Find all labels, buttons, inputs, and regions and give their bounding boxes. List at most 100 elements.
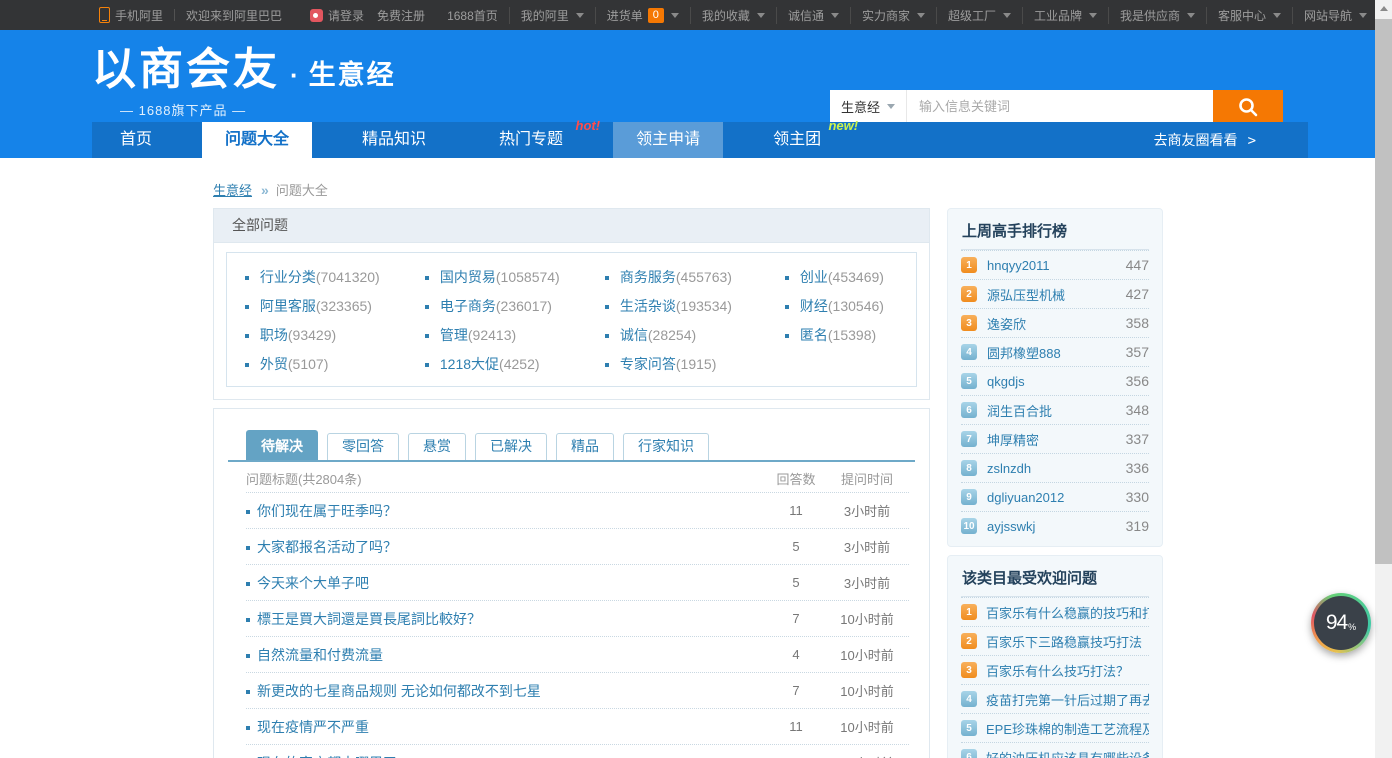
- topbar-menu-item[interactable]: 网站导航: [1292, 7, 1378, 24]
- category-link[interactable]: 财经(130546): [785, 298, 916, 314]
- chevron-down-icon: [1089, 13, 1097, 18]
- topbar-menu-item[interactable]: 我的收藏: [690, 7, 776, 24]
- score-badge[interactable]: 94 %: [1311, 593, 1371, 653]
- popular-question-link[interactable]: 疫苗打完第一针后过期了再去打: [986, 690, 1149, 709]
- ranking-user-link[interactable]: dgliyuan2012: [987, 490, 1064, 505]
- ranking-user-link[interactable]: qkgdjs: [987, 374, 1025, 389]
- popular-question-link[interactable]: 百家乐有什么稳赢的技巧和打法: [986, 603, 1149, 622]
- question-row[interactable]: 自然流量和付费流量 4 10小时前: [246, 636, 909, 672]
- category-link[interactable]: 1218大促(4252): [425, 356, 605, 372]
- topbar-mobile-ali[interactable]: 手机阿里: [88, 7, 174, 24]
- popular-question-link[interactable]: 百家乐有什么技巧打法？: [986, 661, 1149, 680]
- topbar-my-ali[interactable]: 我的阿里: [509, 7, 595, 24]
- ranking-user-link[interactable]: ayjsswkj: [987, 519, 1035, 534]
- score-badge-inner: 94 %: [1314, 596, 1368, 650]
- topbar-1688-home[interactable]: 1688首页: [436, 7, 509, 24]
- question-tab[interactable]: 行家知识: [623, 433, 709, 460]
- nav-questions[interactable]: 问题大全: [202, 122, 312, 158]
- ranking-user-link[interactable]: 坤厚精密: [987, 430, 1039, 449]
- question-tab[interactable]: 悬赏: [408, 433, 466, 460]
- question-row[interactable]: 新更改的七星商品规则 无论如何都改不到七星 7 10小时前: [246, 672, 909, 708]
- ranking-score: 319: [1126, 518, 1149, 534]
- popular-question-link[interactable]: 百家乐下三路稳赢技巧打法: [986, 632, 1149, 651]
- scroll-up-button[interactable]: [1375, 0, 1392, 17]
- scrollbar-thumb[interactable]: [1375, 19, 1392, 564]
- question-row[interactable]: 大家都报名活动了吗？ 5 3小时前: [246, 528, 909, 564]
- topbar-menu-item[interactable]: 工业品牌: [1022, 7, 1108, 24]
- rank-badge: 4: [961, 344, 977, 360]
- chevron-down-icon: [1187, 13, 1195, 18]
- category-link[interactable]: 阿里客服(323365): [245, 298, 425, 314]
- question-row[interactable]: 今天来个大单子吧 5 3小时前: [246, 564, 909, 600]
- category-link[interactable]: 管理(92413): [425, 327, 605, 343]
- question-answer-count: 4: [767, 647, 825, 662]
- category-link[interactable]: 生活杂谈(193534): [605, 298, 785, 314]
- breadcrumb-home[interactable]: 生意经: [213, 180, 252, 199]
- nav-home[interactable]: 首页: [97, 122, 175, 158]
- nav-lord-apply[interactable]: 领主申请: [613, 122, 723, 158]
- ranking-panel: 上周高手排行榜 1 hnqyy2011 447 2 源弘压型机械 427: [947, 208, 1163, 547]
- breadcrumb-separator-icon: »: [261, 182, 267, 198]
- topbar-menu-item[interactable]: 我是供应商: [1108, 7, 1206, 24]
- ranking-user-link[interactable]: 源弘压型机械: [987, 285, 1065, 304]
- nav-knowledge[interactable]: 精品知识: [339, 122, 449, 158]
- popular-question-link[interactable]: EPE珍珠棉的制造工艺流程及所: [986, 719, 1149, 738]
- search-input[interactable]: [907, 90, 1213, 123]
- ranking-user-link[interactable]: hnqyy2011: [987, 258, 1050, 273]
- rank-badge: 8: [961, 460, 977, 476]
- question-tab[interactable]: 精品: [556, 433, 614, 460]
- nav-lord-group[interactable]: 领主团 new!: [750, 122, 844, 158]
- category-link[interactable]: 外贸(5107): [245, 356, 425, 372]
- category-link[interactable]: 国内贸易(1058574): [425, 269, 605, 285]
- category-link[interactable]: 诚信(28254): [605, 327, 785, 343]
- topbar-register[interactable]: 免费注册: [375, 7, 436, 24]
- topbar-login[interactable]: 请登录: [299, 7, 375, 24]
- question-row[interactable]: 现在的客户都去哪里了 5 10小时前: [246, 744, 909, 758]
- question-title[interactable]: 现在疫情严不严重: [246, 717, 767, 737]
- category-link[interactable]: 匿名(15398): [785, 327, 916, 343]
- topbar-menu-item[interactable]: 诚信通: [776, 7, 850, 24]
- question-title[interactable]: 现在的客户都去哪里了: [246, 753, 767, 758]
- nav-circle-link[interactable]: 去商友圈看看>: [1154, 122, 1256, 158]
- popular-panel: 该类目最受欢迎问题 1 百家乐有什么稳赢的技巧和打法 2 百家乐下三路稳赢技巧打…: [947, 555, 1163, 758]
- rank-badge: 3: [961, 315, 977, 331]
- topbar-menu-item[interactable]: 超级工厂: [936, 7, 1022, 24]
- rank-badge: 9: [961, 489, 977, 505]
- bullet-icon: [605, 305, 609, 309]
- topbar-menu-item[interactable]: 实力商家: [850, 7, 936, 24]
- ranking-user-link[interactable]: 润生百合批: [987, 401, 1052, 420]
- score-unit: %: [1348, 622, 1356, 632]
- question-row[interactable]: 標王是買大詞還是買長尾詞比較好？ 7 10小时前: [246, 600, 909, 636]
- topbar-menu-item[interactable]: 客服中心: [1206, 7, 1292, 24]
- bullet-icon: [785, 276, 789, 280]
- rank-badge: 6: [961, 402, 977, 418]
- question-title[interactable]: 大家都报名活动了吗？: [246, 537, 767, 557]
- question-title[interactable]: 自然流量和付费流量: [246, 645, 767, 665]
- question-title[interactable]: 你们现在属于旺季吗？: [246, 501, 767, 521]
- ranking-user-link[interactable]: 圆邦橡塑888: [987, 343, 1061, 362]
- question-row[interactable]: 现在疫情严不严重 11 10小时前: [246, 708, 909, 744]
- popular-question-link[interactable]: 好的油压机应该具有哪些设备？: [986, 748, 1149, 758]
- popular-row: 2 百家乐下三路稳赢技巧打法: [961, 626, 1149, 655]
- question-title[interactable]: 標王是買大詞還是買長尾詞比較好？: [246, 609, 767, 629]
- site-logo[interactable]: 以商会友 · 生意经 — 1688旗下产品 —: [92, 48, 396, 119]
- question-tab[interactable]: 已解决: [475, 433, 547, 460]
- topbar-cart[interactable]: 进货单 0: [595, 7, 690, 24]
- ranking-user-link[interactable]: 逸姿欣: [987, 314, 1026, 333]
- category-link[interactable]: 行业分类(7041320): [245, 269, 425, 285]
- nav-hot-topics[interactable]: 热门专题 hot!: [476, 122, 586, 158]
- category-link[interactable]: 职场(93429): [245, 327, 425, 343]
- ranking-row: 4 圆邦橡塑888 357: [961, 337, 1149, 366]
- question-tab[interactable]: 零回答: [327, 433, 399, 460]
- question-row[interactable]: 你们现在属于旺季吗？ 11 3小时前: [246, 492, 909, 528]
- category-link[interactable]: 商务服务(455763): [605, 269, 785, 285]
- question-title[interactable]: 今天来个大单子吧: [246, 573, 767, 593]
- category-link[interactable]: 创业(453469): [785, 269, 916, 285]
- ranking-user-link[interactable]: zslnzdh: [987, 461, 1031, 476]
- category-link[interactable]: 专家问答(1915): [605, 356, 785, 372]
- question-title[interactable]: 新更改的七星商品规则 无论如何都改不到七星: [246, 681, 767, 701]
- category-link[interactable]: 电子商务(236017): [425, 298, 605, 314]
- question-tab[interactable]: 待解决: [246, 430, 318, 460]
- search-button[interactable]: [1213, 90, 1283, 123]
- column-title: 问题标题(共2804条): [246, 469, 767, 488]
